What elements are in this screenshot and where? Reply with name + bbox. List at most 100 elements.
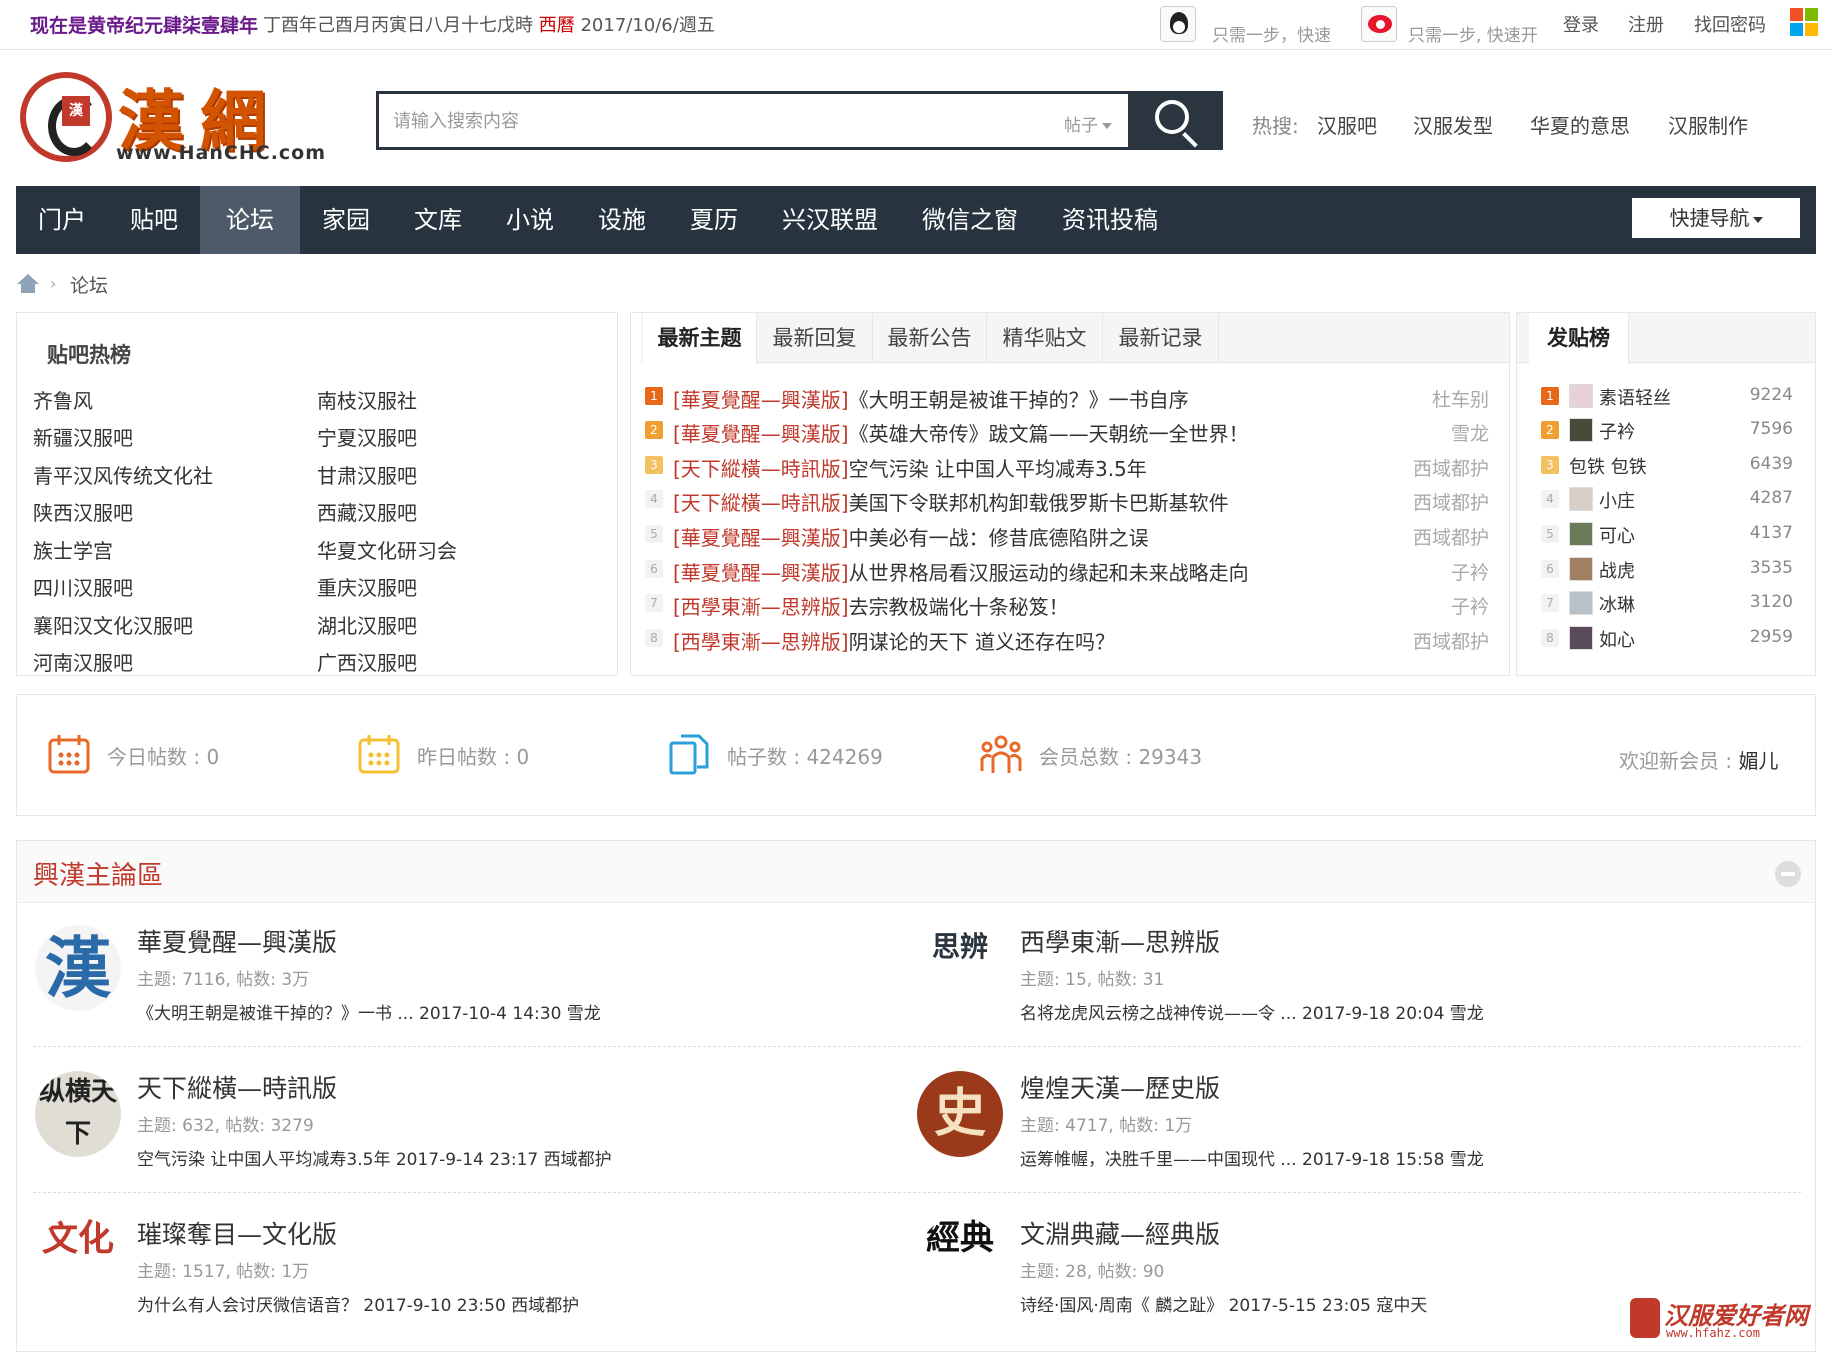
forum-logo[interactable]: 史 [917,1071,1003,1157]
site-logo[interactable]: 漢 漢 網 www.HanCHC.com [20,64,325,168]
avatar[interactable] [1569,384,1593,408]
forum-name[interactable]: 文淵典藏—經典版 [1020,1215,1220,1251]
avatar[interactable] [1569,626,1593,650]
recover-password-link[interactable]: 找回密码 [1694,11,1766,37]
tab-featured-posts[interactable]: 精华贴文 [987,313,1103,363]
nav-item-portal[interactable]: 门户 [16,186,108,254]
topic-author[interactable]: 子衿 [1349,558,1489,585]
poster-name[interactable]: 可心 [1599,522,1635,548]
collapse-icon[interactable] [1775,861,1801,887]
windows-logo-icon[interactable] [1790,8,1818,36]
tab-latest-topics[interactable]: 最新主题 [643,313,757,364]
tab-latest-records[interactable]: 最新记录 [1103,313,1219,363]
forum-last-post[interactable]: 诗经·国风·周南《 麟之趾》 2017-5-15 23:05 寇中天 [1020,1291,1427,1316]
poster-name[interactable]: 小庄 [1599,487,1635,513]
tab-latest-announcements[interactable]: 最新公告 [873,313,987,363]
weibo-login-icon[interactable] [1361,6,1397,42]
avatar[interactable] [1569,418,1593,442]
nav-item-submit[interactable]: 资讯投稿 [1040,186,1180,254]
topic-author[interactable]: 西域都护 [1349,627,1489,654]
forum-name[interactable]: 西學東漸—思辨版 [1020,923,1220,959]
forum-logo[interactable]: 纵横天下 [35,1071,121,1157]
hot-search-link[interactable]: 汉服发型 [1413,110,1493,139]
hotbar-link[interactable]: 西藏汉服吧 [317,497,417,526]
topic-link[interactable]: [華夏覺醒—興漢版]《英雄大帝传》跋文篇——天朝统一全世界！ [673,418,1249,447]
hotbar-link[interactable]: 陕西汉服吧 [33,497,133,526]
forum-logo[interactable]: 漢 [35,925,121,1011]
forum-name[interactable]: 天下縱橫—時訊版 [137,1069,337,1105]
nav-item-alliance[interactable]: 兴汉联盟 [760,186,900,254]
hotbar-link[interactable]: 齐鲁风 [33,385,93,414]
hotbar-link[interactable]: 华夏文化研习会 [317,535,457,564]
hotbar-link[interactable]: 甘肃汉服吧 [317,460,417,489]
avatar[interactable] [1569,557,1593,581]
search-button[interactable] [1131,91,1223,150]
poster-name[interactable]: 素语轻丝 [1599,384,1671,410]
topic-link[interactable]: [西學東漸—思辨版]去宗教极端化十条秘笈！ [673,591,1069,620]
topic-author[interactable]: 杜车别 [1349,385,1489,412]
forum-name[interactable]: 煌煌天漢—歷史版 [1020,1069,1220,1105]
hotbar-link[interactable]: 青平汉风传统文化社 [33,460,213,489]
nav-item-facility[interactable]: 设施 [576,186,668,254]
hotbar-link[interactable]: 广西汉服吧 [317,647,417,676]
new-member-name[interactable]: 媚儿 [1738,749,1778,773]
hotbar-link[interactable]: 新疆汉服吧 [33,422,133,451]
topic-link[interactable]: [天下縱橫—時訊版]美国下令联邦机构卸载俄罗斯卡巴斯基软件 [673,487,1229,516]
topic-author[interactable]: 西域都护 [1349,454,1489,481]
nav-item-tieba[interactable]: 贴吧 [108,186,200,254]
poster-name[interactable]: 冰琳 [1599,591,1635,617]
hot-search-link[interactable]: 汉服制作 [1668,110,1748,139]
topic-link[interactable]: [天下縱橫—時訊版]空气污染 让中国人平均减寿3.5年 [673,453,1147,482]
topic-link[interactable]: [華夏覺醒—興漢版]《大明王朝是被谁干掉的？》一书自序 [673,384,1189,413]
avatar[interactable] [1569,487,1593,511]
topic-link[interactable]: [華夏覺醒—興漢版]中美必有一战：修昔底德陷阱之误 [673,522,1149,551]
nav-item-calendar[interactable]: 夏历 [668,186,760,254]
hotbar-link[interactable]: 重庆汉服吧 [317,572,417,601]
hotbar-link[interactable]: 襄阳汉文化汉服吧 [33,610,193,639]
search-type-select[interactable]: 帖子 [1064,111,1112,136]
nav-item-wechat[interactable]: 微信之窗 [900,186,1040,254]
nav-item-home[interactable]: 家园 [300,186,392,254]
hotbar-link[interactable]: 族士学宫 [33,535,113,564]
register-link[interactable]: 注册 [1628,11,1664,37]
forum-last-post[interactable]: 《大明王朝是被谁干掉的？》一书 ... 2017-10-4 14:30 雪龙 [137,999,601,1024]
forum-last-post[interactable]: 名将龙虎风云榜之战神传说——令 ... 2017-9-18 20:04 雪龙 [1020,999,1484,1024]
forum-name[interactable]: 璀璨奪目—文化版 [137,1215,337,1251]
nav-item-forum[interactable]: 论坛 [200,186,300,254]
qq-login-text[interactable]: 只需一步，快速 [1212,21,1331,46]
hotbar-link[interactable]: 宁夏汉服吧 [317,422,417,451]
breadcrumb-current[interactable]: 论坛 [70,271,108,298]
login-link[interactable]: 登录 [1563,11,1599,37]
weibo-login-text[interactable]: 只需一步, 快速开 [1408,21,1538,46]
poster-name[interactable]: 包铁 包铁 [1569,453,1647,479]
topic-author[interactable]: 雪龙 [1349,419,1489,446]
quick-nav-button[interactable]: 快捷导航 [1632,198,1800,238]
tab-poster-ranking[interactable]: 发贴榜 [1529,313,1629,364]
topic-author[interactable]: 西域都护 [1349,523,1489,550]
nav-item-novel[interactable]: 小说 [484,186,576,254]
forum-last-post[interactable]: 为什么有人会讨厌微信语音？ 2017-9-10 23:50 西域都护 [137,1291,579,1316]
hot-search-link[interactable]: 汉服吧 [1317,110,1377,139]
qq-login-icon[interactable] [1160,6,1196,42]
poster-name[interactable]: 战虎 [1599,557,1635,583]
hotbar-link[interactable]: 河南汉服吧 [33,647,133,676]
poster-name[interactable]: 如心 [1599,626,1635,652]
search-input[interactable] [393,106,993,136]
home-icon[interactable] [17,274,39,294]
nav-item-library[interactable]: 文库 [392,186,484,254]
topic-author[interactable]: 西域都护 [1349,488,1489,515]
forum-logo[interactable]: 文化 [35,1217,121,1303]
hotbar-link[interactable]: 南枝汉服社 [317,385,417,414]
forum-logo[interactable]: 經典 [917,1217,1003,1303]
tab-latest-replies[interactable]: 最新回复 [757,313,873,363]
forum-last-post[interactable]: 空气污染 让中国人平均减寿3.5年 2017-9-14 23:17 西域都护 [137,1145,612,1170]
topic-author[interactable]: 子衿 [1349,592,1489,619]
poster-name[interactable]: 子衿 [1599,418,1635,444]
forum-name[interactable]: 華夏覺醒—興漢版 [137,923,337,959]
topic-link[interactable]: [西學東漸—思辨版]阴谋论的天下 道义还存在吗？ [673,626,1115,655]
avatar[interactable] [1569,591,1593,615]
hot-search-link[interactable]: 华夏的意思 [1530,110,1630,139]
forum-logo[interactable]: 思辨 [917,925,1003,1011]
hotbar-link[interactable]: 四川汉服吧 [33,572,133,601]
hotbar-link[interactable]: 湖北汉服吧 [317,610,417,639]
